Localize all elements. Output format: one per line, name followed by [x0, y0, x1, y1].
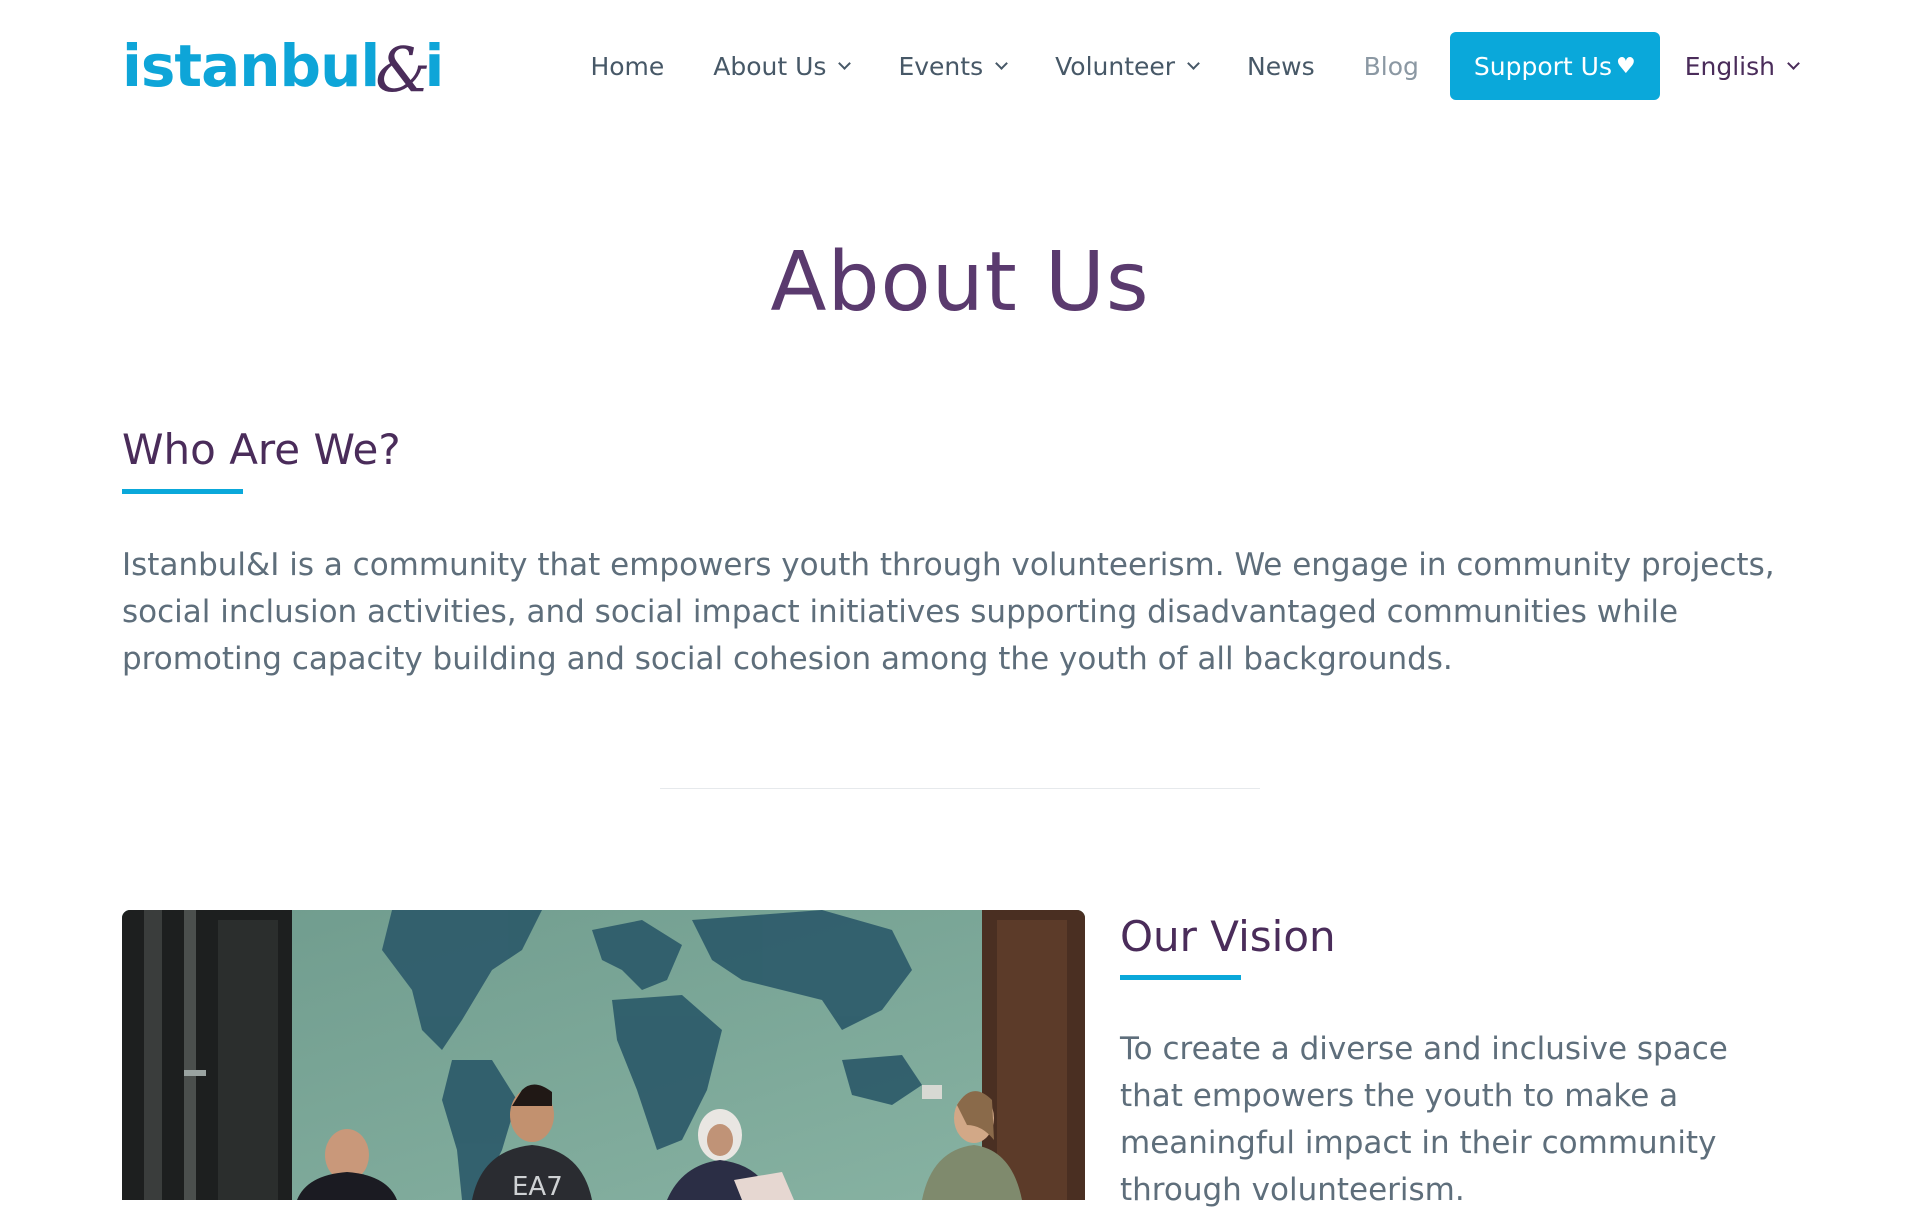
logo-ampersand: &	[375, 33, 431, 106]
site-logo[interactable]: istanbul & i	[122, 28, 444, 104]
nav-volunteer-label: Volunteer	[1055, 51, 1176, 81]
chevron-down-icon	[1787, 57, 1800, 70]
chevron-down-icon	[838, 57, 852, 70]
language-selector[interactable]: English	[1684, 51, 1800, 81]
nav-news-label: News	[1247, 51, 1315, 81]
nav-events[interactable]: Events	[898, 51, 1008, 81]
community-photo-illustration: EA7	[122, 910, 1085, 1200]
who-are-we-text: Istanbul&I is a community that empowers …	[122, 547, 1775, 677]
heading-underline	[122, 489, 243, 494]
heart-icon: ♥	[1615, 53, 1636, 79]
support-us-label: Support Us	[1473, 51, 1612, 81]
nav-home-label: Home	[590, 51, 665, 81]
main-nav: Home About Us Events Volunteer News Blog…	[541, 32, 1800, 100]
nav-about-us-label: About Us	[713, 51, 827, 81]
chevron-down-icon	[1187, 57, 1200, 70]
who-are-we-heading: Who Are We?	[122, 425, 401, 474]
heading-underline	[1120, 975, 1241, 980]
community-photo: EA7	[122, 910, 1085, 1200]
section-divider	[660, 788, 1260, 789]
page-title: About Us	[770, 235, 1150, 330]
nav-blog-label: Blog	[1363, 51, 1419, 81]
our-vision-text: To create a diverse and inclusive space …	[1120, 1031, 1728, 1208]
nav-blog[interactable]: Blog	[1364, 52, 1419, 81]
logo-text-istanbul: istanbul	[122, 32, 380, 100]
nav-home[interactable]: Home	[590, 52, 664, 81]
nav-news[interactable]: News	[1247, 52, 1315, 81]
chevron-down-icon	[995, 57, 1008, 70]
our-vision-heading: Our Vision	[1120, 912, 1336, 961]
language-label: English	[1684, 51, 1775, 81]
support-us-button[interactable]: Support Us ♥	[1449, 32, 1660, 100]
nav-events-label: Events	[898, 51, 984, 81]
site-header: istanbul & i Home About Us Events Volunt…	[0, 0, 1920, 134]
nav-volunteer[interactable]: Volunteer	[1055, 51, 1200, 81]
nav-about-us[interactable]: About Us	[713, 51, 852, 81]
svg-text:EA7: EA7	[512, 1172, 563, 1200]
